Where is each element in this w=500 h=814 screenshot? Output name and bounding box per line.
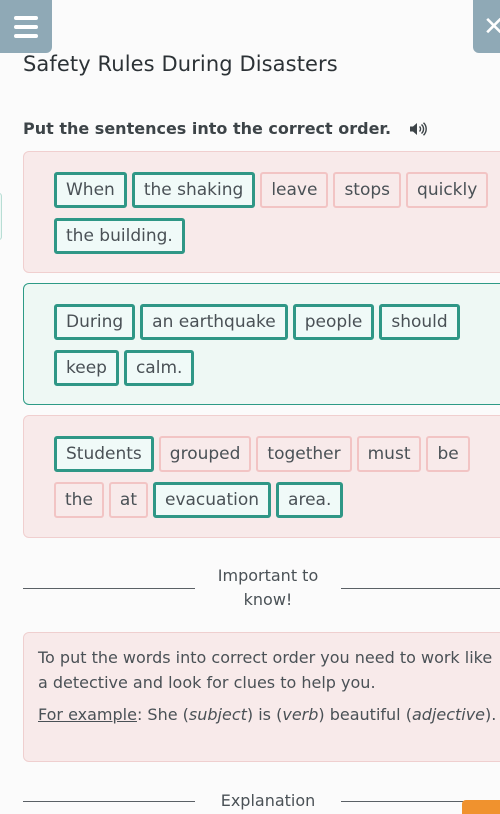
info-paragraph: To put the words into correct order you …: [38, 648, 493, 692]
important-info-box: To put the words into correct order you …: [23, 632, 500, 762]
word-chip[interactable]: the building.: [54, 218, 185, 254]
check-button[interactable]: [462, 800, 500, 814]
divider-line: [23, 587, 195, 589]
word-chip[interactable]: at: [108, 482, 148, 518]
explanation-heading[interactable]: Explanation: [195, 789, 341, 813]
word-chip[interactable]: calm.: [123, 350, 195, 386]
word-chip[interactable]: When: [54, 172, 127, 208]
important-heading: Important to know!: [217, 566, 319, 609]
example-verb: verb: [282, 705, 319, 724]
word-chip[interactable]: the shaking: [131, 172, 256, 208]
speaker-icon[interactable]: [409, 121, 428, 137]
word-chip[interactable]: should: [379, 304, 460, 340]
word-chip[interactable]: must: [356, 436, 422, 472]
page-title: Safety Rules During Disasters: [23, 52, 338, 76]
example-adjective: adjective: [411, 705, 486, 724]
word-chip[interactable]: people: [292, 304, 375, 340]
word-chip[interactable]: leave: [260, 172, 329, 208]
task-instruction: Put the sentences into the correct order…: [23, 119, 428, 138]
example-text: ) is (: [246, 705, 283, 724]
word-chip[interactable]: keep: [54, 350, 119, 386]
word-chip[interactable]: an earthquake: [140, 304, 288, 340]
word-row: keep calm.: [54, 350, 500, 386]
hamburger-menu-icon-bar: [14, 24, 38, 29]
important-divider: Important to know!: [23, 564, 500, 612]
word-chip[interactable]: grouped: [158, 436, 252, 472]
explanation-divider: Explanation: [23, 789, 500, 813]
word-row: During an earthquake people should: [54, 304, 500, 340]
side-panel-tab[interactable]: [0, 193, 2, 240]
word-row: When the shaking leave stops quickly: [54, 172, 500, 208]
divider-line: [341, 587, 500, 589]
word-row: Students grouped together must be: [54, 436, 500, 472]
close-icon: ✕: [483, 11, 500, 42]
word-row: the at evacuation area.: [54, 482, 500, 518]
word-chip[interactable]: the: [54, 482, 104, 518]
example-text: : She (: [136, 705, 189, 724]
divider-line: [23, 800, 195, 802]
word-chip[interactable]: quickly: [406, 172, 489, 208]
word-chip[interactable]: together: [256, 436, 352, 472]
word-row: the building.: [54, 218, 500, 254]
word-chip[interactable]: Students: [54, 436, 154, 472]
hamburger-menu-icon-bar: [14, 33, 38, 38]
instruction-text: Put the sentences into the correct order…: [23, 119, 392, 138]
word-chip[interactable]: evacuation: [153, 482, 272, 518]
close-button[interactable]: ✕: [473, 0, 500, 53]
sentence-box-2: During an earthquake people should keep calm.: [23, 283, 500, 405]
word-chip[interactable]: During: [54, 304, 136, 340]
example-text: ) beautiful (: [318, 705, 412, 724]
menu-button[interactable]: [0, 0, 52, 53]
sentence-box-1: When the shaking leave stops quickly the buil…: [23, 151, 500, 273]
example-label: For example: [38, 705, 137, 724]
word-chip[interactable]: area.: [276, 482, 344, 518]
hamburger-menu-icon: [14, 15, 38, 20]
word-chip[interactable]: stops: [333, 172, 402, 208]
word-chip[interactable]: be: [426, 436, 470, 472]
example-subject: subject: [188, 705, 247, 724]
example-paragraph: For example: She (subject) is (verb) bea…: [38, 702, 498, 727]
sentence-box-3: Students grouped together must be the at evacua…: [23, 415, 500, 538]
example-text: ).: [485, 705, 497, 724]
